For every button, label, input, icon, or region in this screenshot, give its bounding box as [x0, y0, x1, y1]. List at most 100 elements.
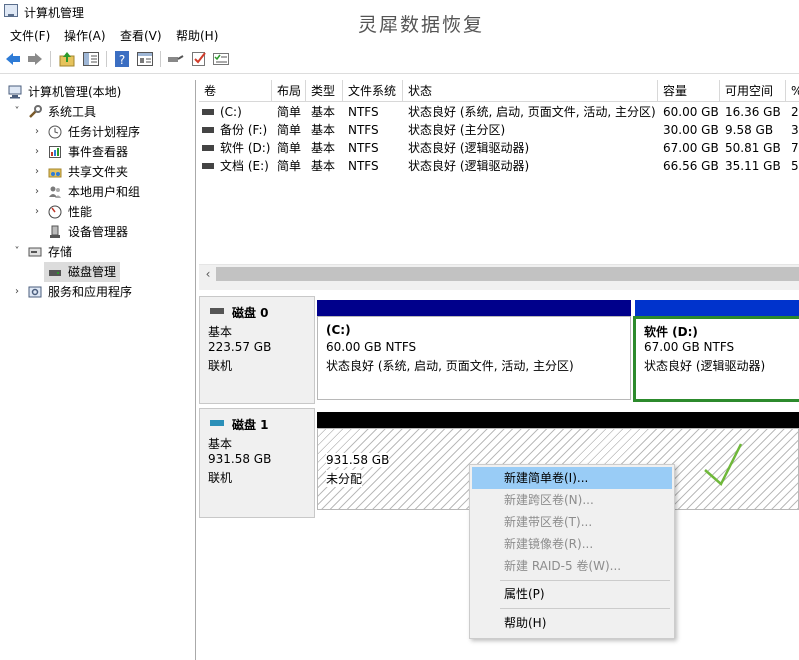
cell-layout: 简单	[277, 123, 302, 137]
partition-d-bar	[635, 300, 799, 316]
scroll-left-icon[interactable]: ‹	[201, 265, 215, 283]
disk-type: 基本	[208, 437, 233, 451]
chevron-right-icon[interactable]: ›	[32, 142, 42, 162]
partition-title: 软件 (D:)	[644, 325, 698, 339]
partition-status: 未分配	[326, 470, 363, 487]
cell-filesystem: NTFS	[348, 159, 379, 173]
cell-capacity: 66.56 GB	[663, 159, 719, 173]
show-hide-tree-icon[interactable]	[82, 50, 100, 68]
menu-bar: 文件(F) 操作(A) 查看(V) 帮助(H)	[0, 24, 799, 45]
scrollbar-thumb[interactable]	[216, 267, 799, 281]
tree-item-computer-management[interactable]: 计算机管理(本地)	[0, 82, 195, 102]
navigation-tree: 计算机管理(本地) ˅ 系统工具 › 任务计划程序 › 事件查看器 › 共享文件…	[0, 80, 196, 660]
disk-size: 931.58 GB	[208, 452, 272, 466]
pane-splitter[interactable]	[199, 282, 799, 290]
column-header-filesystem[interactable]: 文件系统	[343, 80, 403, 102]
tools-icon	[28, 105, 42, 119]
chevron-down-icon[interactable]: ˅	[12, 242, 22, 262]
column-header-volume[interactable]: 卷	[199, 80, 272, 102]
tree-label: 设备管理器	[68, 225, 129, 239]
menu-separator	[500, 580, 670, 581]
tree-item-disk-management[interactable]: 磁盘管理	[44, 262, 120, 282]
users-icon	[48, 185, 62, 199]
tree-label: 磁盘管理	[68, 265, 117, 279]
services-icon	[28, 285, 42, 299]
disk-type: 基本	[208, 325, 233, 339]
menu-file[interactable]: 文件(F)	[10, 27, 50, 44]
cell-type: 基本	[311, 105, 336, 119]
cell-layout: 简单	[277, 141, 302, 155]
tree-item-event-viewer[interactable]: › 事件查看器	[0, 142, 195, 162]
menu-help[interactable]: 帮助(H)	[176, 27, 218, 44]
partition-d[interactable]: 软件 (D:) 67.00 GB NTFS 状态良好 (逻辑驱动器)	[633, 316, 799, 402]
performance-icon	[48, 205, 62, 219]
toolbar: ?	[0, 45, 799, 74]
forward-icon[interactable]	[26, 50, 44, 68]
menu-item-help[interactable]: 帮助(H)	[472, 612, 672, 634]
chevron-right-icon[interactable]: ›	[32, 122, 42, 142]
chevron-right-icon[interactable]: ›	[32, 182, 42, 202]
tree-item-storage[interactable]: ˅ 存储	[0, 242, 195, 262]
connect-icon[interactable]	[166, 50, 184, 68]
table-row[interactable]: 软件 (D:) 简单 基本 NTFS 状态良好 (逻辑驱动器) 67.00 GB…	[199, 139, 799, 157]
disk-0-label[interactable]: 磁盘 0 基本 223.57 GB 联机	[199, 296, 315, 404]
list-icon[interactable]	[212, 50, 230, 68]
properties-icon[interactable]	[136, 50, 154, 68]
column-header-status[interactable]: 状态	[403, 80, 658, 102]
tree-item-system-tools[interactable]: ˅ 系统工具	[0, 102, 195, 122]
disk-status: 联机	[208, 359, 233, 373]
disk-1-label[interactable]: 磁盘 1 基本 931.58 GB 联机	[199, 408, 315, 518]
column-header-layout[interactable]: 布局	[272, 80, 306, 102]
disk-name: 磁盘 0	[232, 306, 269, 320]
up-folder-icon[interactable]	[58, 50, 76, 68]
table-row[interactable]: 文档 (E:) 简单 基本 NTFS 状态良好 (逻辑驱动器) 66.56 GB…	[199, 157, 799, 175]
volume-icon	[202, 145, 214, 151]
cell-percent-free: 3	[791, 123, 799, 137]
cell-volume: 软件 (D:)	[220, 141, 271, 155]
column-header-free-space[interactable]: 可用空间	[720, 80, 786, 102]
partition-c-bar	[317, 300, 631, 316]
column-header-capacity[interactable]: 容量	[658, 80, 720, 102]
menu-item-new-raid5-volume[interactable]: 新建 RAID-5 卷(W)...	[472, 555, 672, 577]
menu-item-properties[interactable]: 属性(P)	[472, 583, 672, 605]
column-header-type[interactable]: 类型	[306, 80, 343, 102]
menu-item-new-simple-volume[interactable]: 新建简单卷(I)...	[472, 467, 672, 489]
cell-status: 状态良好 (系统, 启动, 页面文件, 活动, 主分区)	[408, 105, 656, 119]
cell-free-space: 16.36 GB	[725, 105, 781, 119]
check-icon[interactable]	[190, 50, 208, 68]
tree-item-shared-folders[interactable]: › 共享文件夹	[0, 162, 195, 182]
help-icon[interactable]: ?	[113, 50, 131, 68]
tree-item-services[interactable]: › 服务和应用程序	[0, 282, 195, 302]
cell-type: 基本	[311, 159, 336, 173]
tree-label: 任务计划程序	[68, 125, 141, 139]
tree-item-local-users[interactable]: › 本地用户和组	[0, 182, 195, 202]
back-icon[interactable]	[4, 50, 22, 68]
volume-icon	[202, 109, 214, 115]
table-row[interactable]: 备份 (F:) 简单 基本 NTFS 状态良好 (主分区) 30.00 GB 9…	[199, 121, 799, 139]
partition-c[interactable]: (C:) 60.00 GB NTFS 状态良好 (系统, 启动, 页面文件, 活…	[317, 316, 631, 400]
chevron-right-icon[interactable]: ›	[12, 282, 22, 302]
cell-type: 基本	[311, 141, 336, 155]
tree-item-performance[interactable]: › 性能	[0, 202, 195, 222]
menu-action[interactable]: 操作(A)	[64, 27, 106, 44]
cell-volume: 备份 (F:)	[220, 123, 268, 137]
toolbar-separator	[106, 51, 107, 67]
checkmark-icon	[704, 443, 743, 487]
chevron-right-icon[interactable]: ›	[32, 162, 42, 182]
menu-item-new-mirrored-volume[interactable]: 新建镜像卷(R)...	[472, 533, 672, 555]
menu-view[interactable]: 查看(V)	[120, 27, 162, 44]
cell-free-space: 50.81 GB	[725, 141, 781, 155]
menu-item-new-spanned-volume[interactable]: 新建跨区卷(N)...	[472, 489, 672, 511]
tree-item-task-scheduler[interactable]: › 任务计划程序	[0, 122, 195, 142]
cell-filesystem: NTFS	[348, 123, 379, 137]
menu-item-new-striped-volume[interactable]: 新建带区卷(T)...	[472, 511, 672, 533]
column-header-percent-free[interactable]: %	[786, 80, 799, 102]
tree-label: 性能	[68, 205, 93, 219]
tree-item-device-manager[interactable]: 设备管理器	[0, 222, 195, 242]
table-row[interactable]: (C:) 简单 基本 NTFS 状态良好 (系统, 启动, 页面文件, 活动, …	[199, 103, 799, 121]
chevron-right-icon[interactable]: ›	[32, 202, 42, 222]
computer-management-icon	[4, 4, 18, 17]
horizontal-scrollbar[interactable]: ‹	[199, 264, 799, 283]
chevron-down-icon[interactable]: ˅	[12, 102, 22, 122]
cell-status: 状态良好 (主分区)	[408, 123, 506, 137]
